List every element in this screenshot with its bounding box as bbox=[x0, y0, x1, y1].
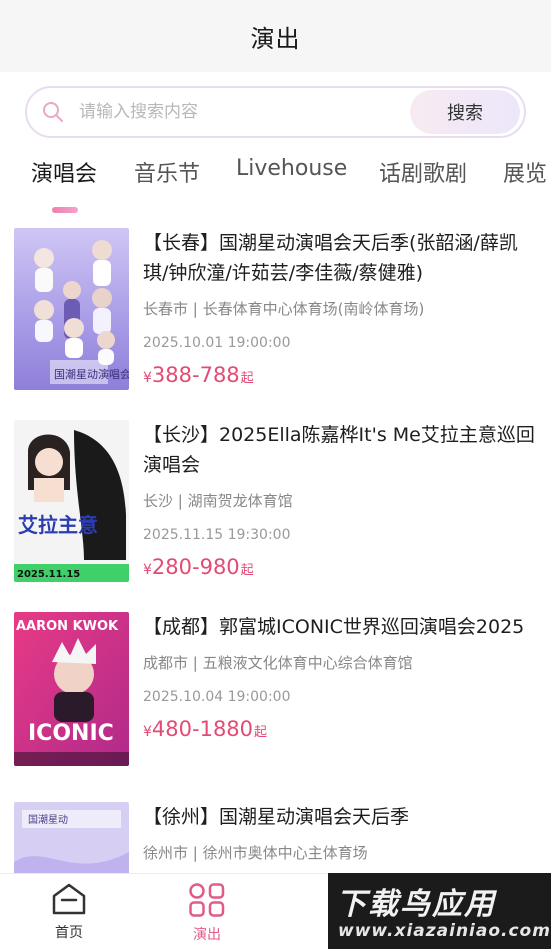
event-price: ¥ 480-1880 起 bbox=[143, 717, 537, 741]
event-info: 【成都】郭富城ICONIC世界巡回演唱会2025 成都市 | 五粮液文化体育中心… bbox=[143, 612, 537, 741]
search-button[interactable]: 搜索 bbox=[410, 90, 520, 134]
event-card[interactable]: 国潮星动演唱会 【长春】国潮星动演唱会天后季(张韶涵/薛凯琪/钟欣潼/许茹芸/李… bbox=[0, 228, 551, 408]
page-title: 演出 bbox=[250, 24, 301, 53]
price-suffix: 起 bbox=[240, 371, 254, 386]
event-time: 2025.10.04 19:00:00 bbox=[143, 689, 291, 705]
nav-home[interactable]: 首页 bbox=[34, 882, 104, 942]
poster-subtext: ICONIC bbox=[28, 721, 114, 746]
watermark-logo: 下载鸟应用 www.xiazainiao.com bbox=[328, 873, 551, 949]
event-price: ¥ 280-980 起 bbox=[143, 555, 537, 579]
event-title: 【徐州】国潮星动演唱会天后季 bbox=[143, 806, 410, 828]
event-poster[interactable]: 国潮星动 bbox=[14, 802, 129, 873]
grid-icon bbox=[188, 883, 226, 922]
event-venue: 长沙 | 湖南贺龙体育馆 bbox=[143, 492, 293, 510]
home-icon bbox=[50, 883, 88, 920]
event-venue: 长春市 | 长春体育中心体育场(南岭体育场) bbox=[143, 300, 425, 318]
price-range: 280-980 bbox=[151, 555, 240, 579]
tab-drama-opera[interactable]: 话剧歌剧 bbox=[379, 156, 467, 188]
poster-date: 2025.11.15 bbox=[17, 569, 80, 580]
event-card[interactable]: AARON KWOK ICONIC 【成都】郭富城ICONIC世界巡回演唱会20… bbox=[0, 612, 551, 792]
poster-text: 艾拉主意 bbox=[18, 513, 98, 537]
event-time: 2025.10.01 19:00:00 bbox=[143, 335, 291, 351]
app-header: 演出 bbox=[0, 0, 551, 72]
category-tabs: 演唱会 音乐节 Livehouse 话剧歌剧 展览 bbox=[0, 138, 551, 230]
poster-text: 国潮星动演唱会 bbox=[54, 367, 129, 381]
search-bar: 搜索 bbox=[0, 72, 551, 138]
event-card[interactable]: 国潮星动 【徐州】国潮星动演唱会天后季 徐州市 | 徐州市奥体中心主体育场 bbox=[0, 802, 551, 873]
event-title: 【长春】国潮星动演唱会天后季(张韶涵/薛凯琪/钟欣潼/许茹芸/李佳薇/蔡健雅) bbox=[143, 232, 518, 284]
price-currency: ¥ bbox=[143, 562, 152, 578]
active-tab-indicator bbox=[52, 207, 78, 213]
event-poster[interactable]: 国潮星动演唱会 bbox=[14, 228, 129, 390]
tab-exhibition[interactable]: 展览 bbox=[503, 156, 547, 188]
event-title: 【成都】郭富城ICONIC世界巡回演唱会2025 bbox=[143, 616, 525, 638]
nav-home-label: 首页 bbox=[55, 925, 83, 941]
event-time: 2025.11.15 19:30:00 bbox=[143, 527, 291, 543]
search-icon bbox=[27, 100, 79, 124]
event-title: 【长沙】2025Ella陈嘉桦It's Me艾拉主意巡回演唱会 bbox=[143, 424, 535, 476]
event-info: 【徐州】国潮星动演唱会天后季 徐州市 | 徐州市奥体中心主体育场 bbox=[143, 802, 537, 863]
price-range: 388-788 bbox=[151, 363, 240, 387]
event-card[interactable]: 艾拉主意 2025.11.15 【长沙】2025Ella陈嘉桦It's Me艾拉… bbox=[0, 420, 551, 600]
search-input[interactable] bbox=[79, 102, 410, 122]
event-info: 【长春】国潮星动演唱会天后季(张韶涵/薛凯琪/钟欣潼/许茹芸/李佳薇/蔡健雅) … bbox=[143, 228, 537, 387]
event-price: ¥ 388-788 起 bbox=[143, 363, 537, 387]
price-currency: ¥ bbox=[143, 370, 152, 386]
poster-text: AARON KWOK bbox=[16, 619, 119, 634]
search-box: 搜索 bbox=[25, 86, 526, 138]
tab-livehouse[interactable]: Livehouse bbox=[236, 156, 347, 181]
event-poster[interactable]: 艾拉主意 2025.11.15 bbox=[14, 420, 129, 582]
price-suffix: 起 bbox=[254, 725, 268, 740]
price-range: 480-1880 bbox=[151, 717, 254, 741]
price-currency: ¥ bbox=[143, 724, 152, 740]
price-suffix: 起 bbox=[240, 563, 254, 578]
nav-shows-label: 演出 bbox=[193, 927, 221, 943]
event-venue: 徐州市 | 徐州市奥体中心主体育场 bbox=[143, 844, 368, 862]
event-poster[interactable]: AARON KWOK ICONIC bbox=[14, 612, 129, 766]
tab-music-festival[interactable]: 音乐节 bbox=[134, 156, 200, 188]
event-venue: 成都市 | 五粮液文化体育中心综合体育馆 bbox=[143, 654, 413, 672]
tab-concert[interactable]: 演唱会 bbox=[31, 156, 97, 188]
poster-text: 国潮星动 bbox=[28, 813, 68, 826]
event-info: 【长沙】2025Ella陈嘉桦It's Me艾拉主意巡回演唱会 长沙 | 湖南贺… bbox=[143, 420, 537, 579]
watermark-sub-text: www.xiazainiao.com bbox=[338, 921, 551, 941]
watermark-main-text: 下载鸟应用 bbox=[336, 887, 496, 922]
event-list: 国潮星动演唱会 【长春】国潮星动演唱会天后季(张韶涵/薛凯琪/钟欣潼/许茹芸/李… bbox=[0, 228, 551, 873]
nav-shows[interactable]: 演出 bbox=[172, 882, 242, 944]
